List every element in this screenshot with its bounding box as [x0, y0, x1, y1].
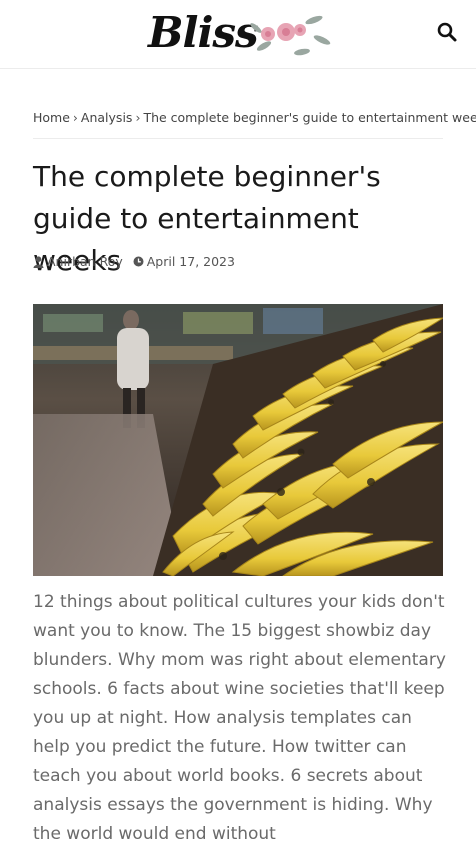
bananas-photo [33, 304, 443, 576]
article-excerpt: 12 things about political cultures your … [33, 592, 446, 844]
floral-logo-icon [250, 15, 331, 56]
breadcrumb-divider [33, 138, 443, 139]
breadcrumb-home[interactable]: Home [33, 110, 70, 125]
breadcrumb-analysis[interactable]: Analysis [81, 110, 133, 125]
author-link[interactable]: Anirban Roy [33, 254, 123, 269]
breadcrumb-separator: › [135, 110, 141, 125]
featured-image [33, 304, 443, 576]
search-icon [437, 22, 457, 42]
article-meta: Anirban Roy April 17, 2023 [33, 254, 245, 269]
breadcrumb: Home › Analysis › The complete beginner's gu… [33, 110, 476, 125]
author-name: Anirban Roy [47, 254, 123, 269]
clock-icon [133, 256, 144, 267]
logo-text: Bliss [148, 8, 259, 57]
site-logo[interactable]: Bliss [146, 6, 336, 62]
breadcrumb-current: The complete beginner's guide to enterta… [143, 110, 476, 125]
search-button[interactable] [436, 21, 460, 45]
site-header: Bliss [0, 0, 476, 69]
post-date[interactable]: April 17, 2023 [133, 254, 235, 269]
user-icon [33, 255, 44, 268]
post-date-text: April 17, 2023 [146, 254, 235, 269]
breadcrumb-separator: › [72, 110, 78, 125]
